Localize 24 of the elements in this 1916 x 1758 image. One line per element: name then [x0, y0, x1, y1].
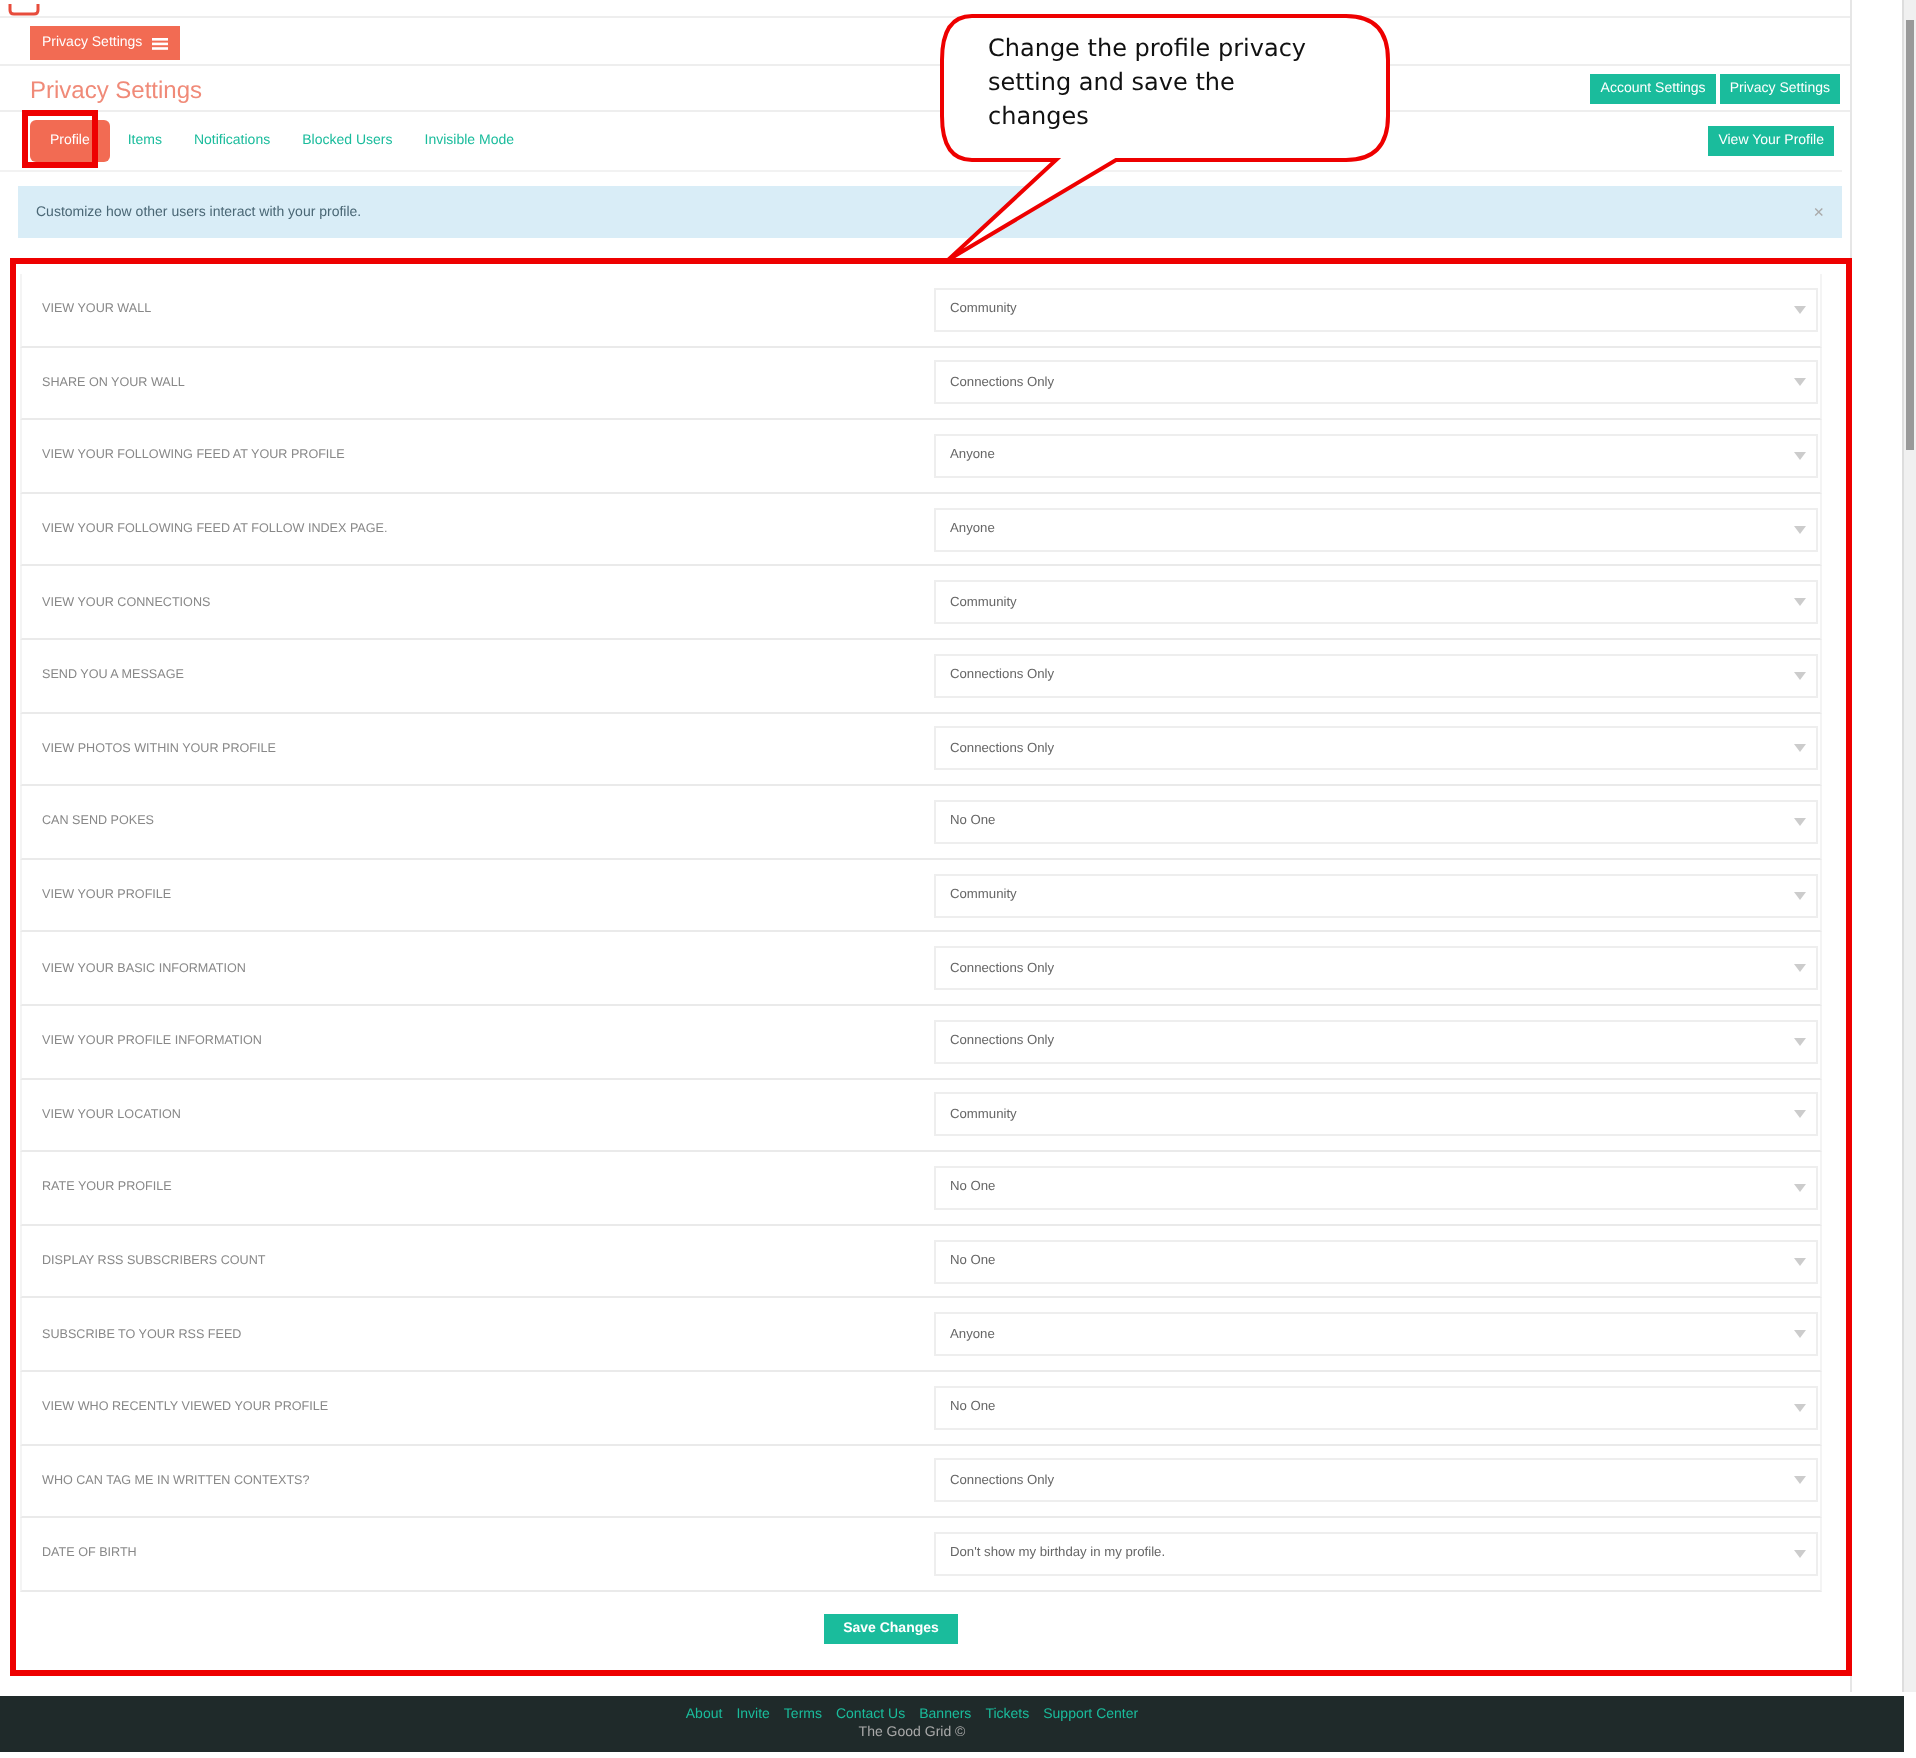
caret-icon [1794, 964, 1806, 973]
caret-icon [1794, 817, 1806, 826]
caret-icon [1794, 1476, 1806, 1485]
caret-icon [1794, 1183, 1806, 1192]
caret-icon [1794, 1549, 1806, 1558]
scrollbar[interactable] [1902, 0, 1916, 1692]
menu-icon [152, 37, 169, 49]
caret-icon [1794, 1110, 1806, 1119]
highlight-frame [22, 110, 98, 168]
caret-icon [1794, 891, 1806, 900]
caret-icon [1794, 305, 1806, 314]
caret-icon [1794, 1037, 1806, 1046]
caret-icon [1794, 451, 1806, 460]
caret-icon [1794, 1330, 1806, 1339]
caret-icon [1794, 744, 1806, 753]
caret-icon [1794, 1403, 1806, 1412]
page-title: Privacy Settings [30, 75, 203, 103]
caret-icon [1794, 671, 1806, 680]
caret-icon [1794, 1257, 1806, 1266]
caret-icon [1794, 598, 1806, 607]
caret-icon [1794, 378, 1806, 387]
caret-icon [1794, 525, 1806, 534]
logo-icon [8, 4, 40, 16]
callout-text: Change the profile privacy setting and save the changes [988, 32, 1309, 134]
